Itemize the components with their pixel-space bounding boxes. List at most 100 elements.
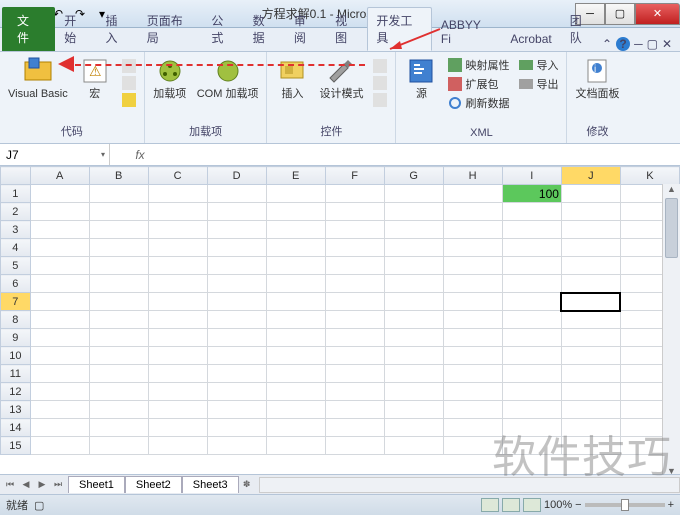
zoom-out-button[interactable]: − xyxy=(575,499,581,511)
refresh-data-button[interactable]: 刷新数据 xyxy=(444,94,513,112)
view-code-button[interactable] xyxy=(369,75,391,91)
cell-D7[interactable] xyxy=(207,293,266,311)
rowhdr-15[interactable]: 15 xyxy=(1,437,31,455)
cell-B8[interactable] xyxy=(89,311,148,329)
cell-H3[interactable] xyxy=(443,221,502,239)
cell-A11[interactable] xyxy=(30,365,89,383)
cell-F13[interactable] xyxy=(325,401,384,419)
rowhdr-11[interactable]: 11 xyxy=(1,365,31,383)
close-button[interactable]: ✕ xyxy=(635,3,680,25)
colhdr-B[interactable]: B xyxy=(89,167,148,185)
cell-B9[interactable] xyxy=(89,329,148,347)
macro-record-icon[interactable]: ▢ xyxy=(34,499,44,512)
design-mode-button[interactable]: 设计模式 xyxy=(315,54,367,102)
properties-button[interactable] xyxy=(369,58,391,74)
rowhdr-3[interactable]: 3 xyxy=(1,221,31,239)
cell-C11[interactable] xyxy=(148,365,207,383)
rowhdr-13[interactable]: 13 xyxy=(1,401,31,419)
cell-D6[interactable] xyxy=(207,275,266,293)
cell-B3[interactable] xyxy=(89,221,148,239)
tab-developer[interactable]: 开发工具 xyxy=(367,7,432,51)
cell-F12[interactable] xyxy=(325,383,384,401)
cell-D12[interactable] xyxy=(207,383,266,401)
cell-J8[interactable] xyxy=(561,311,620,329)
cell-A15[interactable] xyxy=(30,437,89,455)
tab-view[interactable]: 视图 xyxy=(326,7,367,51)
sheet-tab-2[interactable]: Sheet2 xyxy=(125,476,182,493)
cell-D9[interactable] xyxy=(207,329,266,347)
rowhdr-8[interactable]: 8 xyxy=(1,311,31,329)
cell-C8[interactable] xyxy=(148,311,207,329)
tab-file[interactable]: 文件 xyxy=(2,7,55,51)
cell-B11[interactable] xyxy=(89,365,148,383)
cell-G13[interactable] xyxy=(384,401,443,419)
cell-G4[interactable] xyxy=(384,239,443,257)
cell-F7[interactable] xyxy=(325,293,384,311)
cell-A12[interactable] xyxy=(30,383,89,401)
horizontal-scrollbar[interactable] xyxy=(259,477,680,493)
cell-A14[interactable] xyxy=(30,419,89,437)
cell-H11[interactable] xyxy=(443,365,502,383)
cell-F4[interactable] xyxy=(325,239,384,257)
cell-D13[interactable] xyxy=(207,401,266,419)
cell-F15[interactable] xyxy=(325,437,384,455)
sheet-tab-3[interactable]: Sheet3 xyxy=(182,476,239,493)
cell-C9[interactable] xyxy=(148,329,207,347)
cell-E3[interactable] xyxy=(266,221,325,239)
cell-H14[interactable] xyxy=(443,419,502,437)
cell-C1[interactable] xyxy=(148,185,207,203)
cell-D4[interactable] xyxy=(207,239,266,257)
cell-I5[interactable] xyxy=(502,257,561,275)
cell-E15[interactable] xyxy=(266,437,325,455)
cell-A2[interactable] xyxy=(30,203,89,221)
cell-J12[interactable] xyxy=(561,383,620,401)
cell-B4[interactable] xyxy=(89,239,148,257)
cell-E14[interactable] xyxy=(266,419,325,437)
maximize-button[interactable]: ▢ xyxy=(605,3,635,25)
cell-F10[interactable] xyxy=(325,347,384,365)
formula-input[interactable] xyxy=(170,148,680,162)
colhdr-A[interactable]: A xyxy=(30,167,89,185)
cell-I7[interactable] xyxy=(502,293,561,311)
macros-button[interactable]: ⚠ 宏 xyxy=(74,54,116,102)
cell-E7[interactable] xyxy=(266,293,325,311)
cell-C3[interactable] xyxy=(148,221,207,239)
zoom-level[interactable]: 100% xyxy=(544,499,572,511)
cell-I1[interactable]: 100 xyxy=(502,185,561,203)
sheet-nav-last[interactable]: ⏭ xyxy=(50,477,66,493)
rowhdr-10[interactable]: 10 xyxy=(1,347,31,365)
cell-B7[interactable] xyxy=(89,293,148,311)
colhdr-G[interactable]: G xyxy=(384,167,443,185)
cell-E12[interactable] xyxy=(266,383,325,401)
colhdr-D[interactable]: D xyxy=(207,167,266,185)
insert-control-button[interactable]: 插入 xyxy=(271,54,313,102)
cell-D2[interactable] xyxy=(207,203,266,221)
cell-C4[interactable] xyxy=(148,239,207,257)
cell-A4[interactable] xyxy=(30,239,89,257)
cell-H7[interactable] xyxy=(443,293,502,311)
cell-G5[interactable] xyxy=(384,257,443,275)
record-macro-button[interactable] xyxy=(118,58,140,74)
colhdr-I[interactable]: I xyxy=(502,167,561,185)
cell-B14[interactable] xyxy=(89,419,148,437)
rowhdr-9[interactable]: 9 xyxy=(1,329,31,347)
cell-D15[interactable] xyxy=(207,437,266,455)
cell-C6[interactable] xyxy=(148,275,207,293)
cell-G8[interactable] xyxy=(384,311,443,329)
vertical-scrollbar[interactable]: ▲ ▼ xyxy=(662,184,680,480)
cell-J15[interactable] xyxy=(561,437,620,455)
cell-I2[interactable] xyxy=(502,203,561,221)
cell-D10[interactable] xyxy=(207,347,266,365)
cell-F5[interactable] xyxy=(325,257,384,275)
export-button[interactable]: 导出 xyxy=(515,75,562,93)
cell-I10[interactable] xyxy=(502,347,561,365)
cell-H12[interactable] xyxy=(443,383,502,401)
tab-insert[interactable]: 插入 xyxy=(97,7,138,51)
cell-D3[interactable] xyxy=(207,221,266,239)
cell-E2[interactable] xyxy=(266,203,325,221)
cell-C12[interactable] xyxy=(148,383,207,401)
cell-J2[interactable] xyxy=(561,203,620,221)
cell-J10[interactable] xyxy=(561,347,620,365)
cell-E6[interactable] xyxy=(266,275,325,293)
xml-source-button[interactable]: 源 xyxy=(400,54,442,102)
